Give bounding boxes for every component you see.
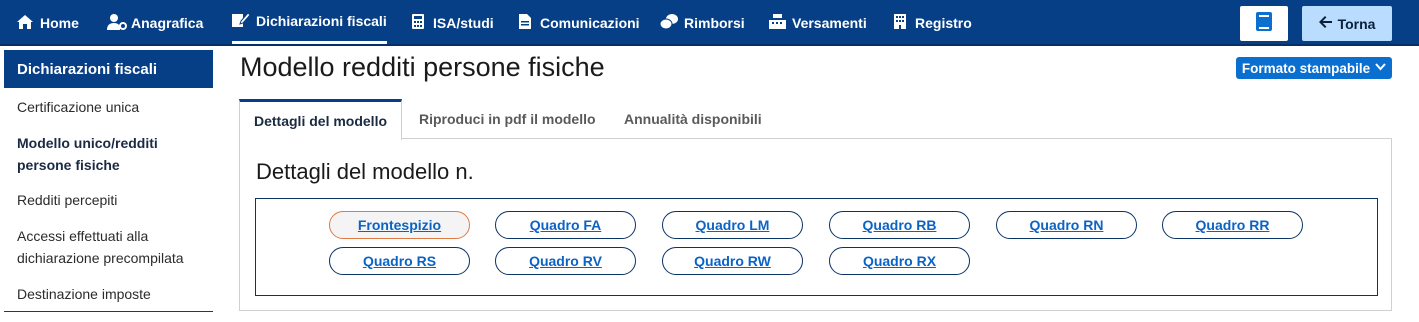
quadro-button-rw[interactable]: Quadro RW — [662, 247, 803, 275]
edit-document-icon — [232, 11, 251, 30]
sidebar-title[interactable]: Dichiarazioni fiscali — [4, 50, 213, 88]
coins-icon — [659, 14, 678, 32]
sidebar-item-destinazione-imposte[interactable]: Destinazione imposte — [17, 283, 207, 305]
nav-label: Rimborsi — [684, 15, 745, 31]
sidebar-item-accessi-precompilata[interactable]: Accessi effettuati alla dichiarazione pr… — [17, 225, 207, 269]
tab-annualita-disponibili[interactable]: Annualità disponibili — [624, 99, 762, 139]
quadro-button-rr[interactable]: Quadro RR — [1162, 211, 1303, 239]
nav-label: ISA/studi — [433, 15, 494, 31]
nav-label: Anagrafica — [131, 15, 204, 31]
quadro-button-rn[interactable]: Quadro RN — [996, 211, 1137, 239]
panel-title: Dettagli del modello n. — [256, 159, 474, 184]
top-navigation: Home Anagrafica Dichiarazioni fiscali IS… — [0, 0, 1419, 46]
chevron-down-icon — [1375, 62, 1386, 74]
printable-format-dropdown[interactable]: Formato stampabile — [1236, 57, 1392, 79]
quadro-button-fa[interactable]: Quadro FA — [495, 211, 636, 239]
building-icon — [891, 14, 909, 32]
nav-label: Home — [40, 15, 79, 31]
back-button[interactable]: Torna — [1302, 6, 1392, 41]
nav-item-dichiarazioni-fiscali[interactable]: Dichiarazioni fiscali — [232, 0, 387, 44]
nav-label: Dichiarazioni fiscali — [256, 12, 387, 29]
nav-item-home[interactable]: Home — [16, 0, 79, 46]
cash-register-icon — [768, 14, 786, 32]
user-gear-icon — [107, 13, 127, 33]
document-icon — [516, 14, 534, 32]
sidebar-divider — [4, 311, 213, 312]
model-tabs: Dettagli del modello Riproduci in pdf il… — [239, 99, 1392, 140]
model-details-panel: Dettagli del modello n. Frontespizio Qua… — [239, 138, 1392, 311]
quadro-button-frontespizio[interactable]: Frontespizio — [329, 211, 470, 239]
nav-item-versamenti[interactable]: Versamenti — [768, 0, 867, 46]
nav-label: Comunicazioni — [540, 15, 640, 31]
nav-item-isa-studi[interactable]: ISA/studi — [409, 0, 494, 46]
nav-item-comunicazioni[interactable]: Comunicazioni — [516, 0, 640, 46]
book-icon — [1256, 11, 1272, 36]
sidebar-item-certificazione-unica[interactable]: Certificazione unica — [17, 96, 207, 118]
nav-item-anagrafica[interactable]: Anagrafica — [107, 0, 203, 46]
sidebar: Dichiarazioni fiscali Certificazione uni… — [4, 50, 213, 312]
quadro-button-rv[interactable]: Quadro RV — [495, 247, 636, 275]
printable-format-label: Formato stampabile — [1241, 60, 1371, 76]
sidebar-item-modello-unico[interactable]: Modello unico/redditi persone fisiche — [17, 132, 207, 176]
page-title: Modello redditi persone fisiche — [240, 52, 605, 82]
tab-riproduci-pdf[interactable]: Riproduci in pdf il modello — [419, 99, 596, 139]
manual-button[interactable] — [1240, 6, 1288, 41]
nav-label: Versamenti — [792, 15, 867, 31]
quadri-box: Frontespizio Quadro FA Quadro LM Quadro … — [255, 198, 1378, 296]
sidebar-item-redditi-percepiti[interactable]: Redditi percepiti — [17, 189, 207, 211]
quadro-button-rx[interactable]: Quadro RX — [829, 247, 970, 275]
arrow-left-icon — [1318, 15, 1332, 32]
tab-dettagli-modello[interactable]: Dettagli del modello — [239, 99, 403, 140]
back-button-label: Torna — [1337, 15, 1376, 32]
calculator-icon — [409, 14, 427, 32]
quadro-button-rs[interactable]: Quadro RS — [329, 247, 470, 275]
nav-label: Registro — [915, 15, 972, 31]
nav-item-rimborsi[interactable]: Rimborsi — [659, 0, 745, 46]
quadro-button-lm[interactable]: Quadro LM — [662, 211, 803, 239]
quadro-button-rb[interactable]: Quadro RB — [829, 211, 970, 239]
nav-item-registro[interactable]: Registro — [891, 0, 972, 46]
home-icon — [16, 14, 34, 32]
